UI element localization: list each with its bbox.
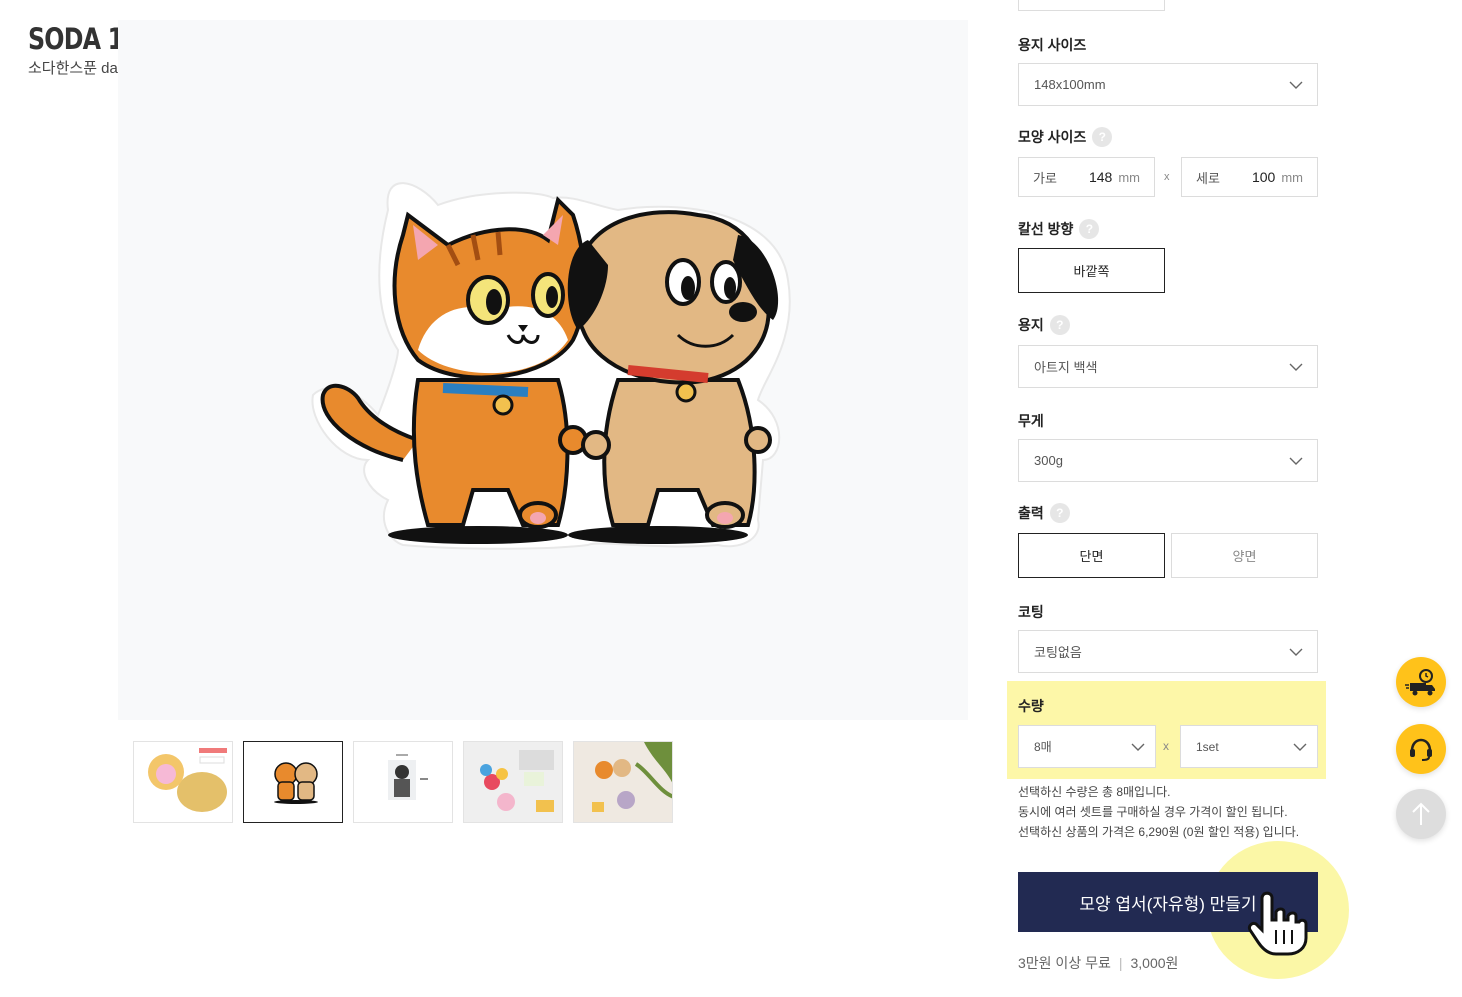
shipping-separator: | [1118, 955, 1123, 971]
help-icon[interactable]: ? [1092, 127, 1113, 147]
quantity-count-value: 8매 [1034, 740, 1052, 754]
thumbnail-2[interactable] [243, 741, 343, 823]
quantity-sets-select[interactable]: 1set [1180, 725, 1318, 768]
height-unit: mm [1281, 169, 1303, 185]
paper-size-label: 용지 사이즈 [1018, 37, 1087, 53]
paper-select[interactable]: 아트지 백색 [1018, 345, 1318, 388]
coating-label: 코팅 [1018, 604, 1044, 620]
paper-value: 아트지 백색 [1034, 360, 1098, 375]
delivery-button[interactable] [1396, 657, 1446, 707]
shape-size-label: 모양 사이즈 ? [1018, 127, 1113, 147]
thumbnail-4[interactable] [463, 741, 563, 823]
info-line-2: 동시에 여러 셋트를 구매하실 경우 가격이 할인 됩니다. [1018, 805, 1288, 819]
paper-size-value: 148x100mm [1034, 77, 1106, 92]
chevron-down-icon [1289, 648, 1303, 656]
quantity-separator: x [1163, 739, 1169, 753]
width-field[interactable]: 가로 148 mm [1018, 157, 1155, 197]
print-single-button[interactable]: 단면 [1018, 533, 1165, 578]
delivery-icon [1405, 669, 1435, 696]
weight-value: 300g [1034, 453, 1063, 468]
thumbnail-5[interactable] [573, 741, 673, 823]
width-label: 가로 [1033, 170, 1057, 186]
free-shipping-label: 3만원 이상 무료 [1018, 955, 1111, 971]
scroll-top-button[interactable] [1396, 789, 1446, 839]
chevron-down-icon [1289, 457, 1303, 465]
order-info: 선택하신 수량은 총 8매입니다. 동시에 여러 셋트를 구매하실 경우 가격이… [1018, 782, 1299, 842]
chevron-down-icon [1289, 363, 1303, 371]
quantity-count-select[interactable]: 8매 [1018, 725, 1156, 768]
cat-dog-illustration [311, 182, 791, 550]
coating-select[interactable]: 코팅없음 [1018, 630, 1318, 673]
main-product-image [118, 20, 968, 720]
quantity-label: 수량 [1018, 698, 1044, 714]
quantity-sets-value: 1set [1196, 739, 1219, 754]
height-field[interactable]: 세로 100 mm [1181, 157, 1318, 197]
help-icon[interactable]: ? [1079, 219, 1100, 239]
chevron-down-icon [1293, 743, 1307, 751]
arrow-up-icon [1412, 802, 1430, 825]
height-label: 세로 [1196, 170, 1220, 186]
info-line-1: 선택하신 수량은 총 8매입니다. [1018, 785, 1171, 799]
support-button[interactable] [1396, 724, 1446, 774]
coating-value: 코팅없음 [1034, 645, 1082, 660]
height-value: 100 [1251, 169, 1276, 185]
thumbnail-strip [133, 741, 673, 823]
paper-size-select[interactable]: 148x100mm [1018, 63, 1318, 106]
dimension-separator: x [1164, 171, 1170, 183]
help-icon[interactable]: ? [1049, 315, 1070, 335]
thumbnail-1[interactable] [133, 741, 233, 823]
cut-direction-label: 칼선 방향 ? [1018, 219, 1100, 239]
print-label: 출력 ? [1018, 503, 1070, 523]
help-icon[interactable]: ? [1049, 503, 1070, 523]
cut-direction-outer-button[interactable]: 바깥쪽 [1018, 248, 1165, 293]
width-value: 148 [1088, 169, 1113, 185]
width-unit: mm [1118, 169, 1140, 185]
hand-cursor-icon [1248, 891, 1308, 956]
chevron-down-icon [1289, 81, 1303, 89]
weight-label: 무게 [1018, 413, 1044, 429]
weight-select[interactable]: 300g [1018, 439, 1318, 482]
thumbnail-3[interactable] [353, 741, 453, 823]
previous-field-box [1018, 0, 1165, 11]
info-line-3: 선택하신 상품의 가격은 6,290원 (0원 할인 적용) 입니다. [1018, 825, 1300, 839]
print-double-button[interactable]: 양면 [1171, 533, 1318, 578]
paper-label: 용지 ? [1018, 315, 1070, 335]
chevron-down-icon [1131, 743, 1145, 751]
shipping-info: 3만원 이상 무료 | 3,000원 [1018, 953, 1178, 973]
headset-icon [1410, 738, 1432, 761]
shipping-fee: 3,000원 [1130, 955, 1179, 971]
